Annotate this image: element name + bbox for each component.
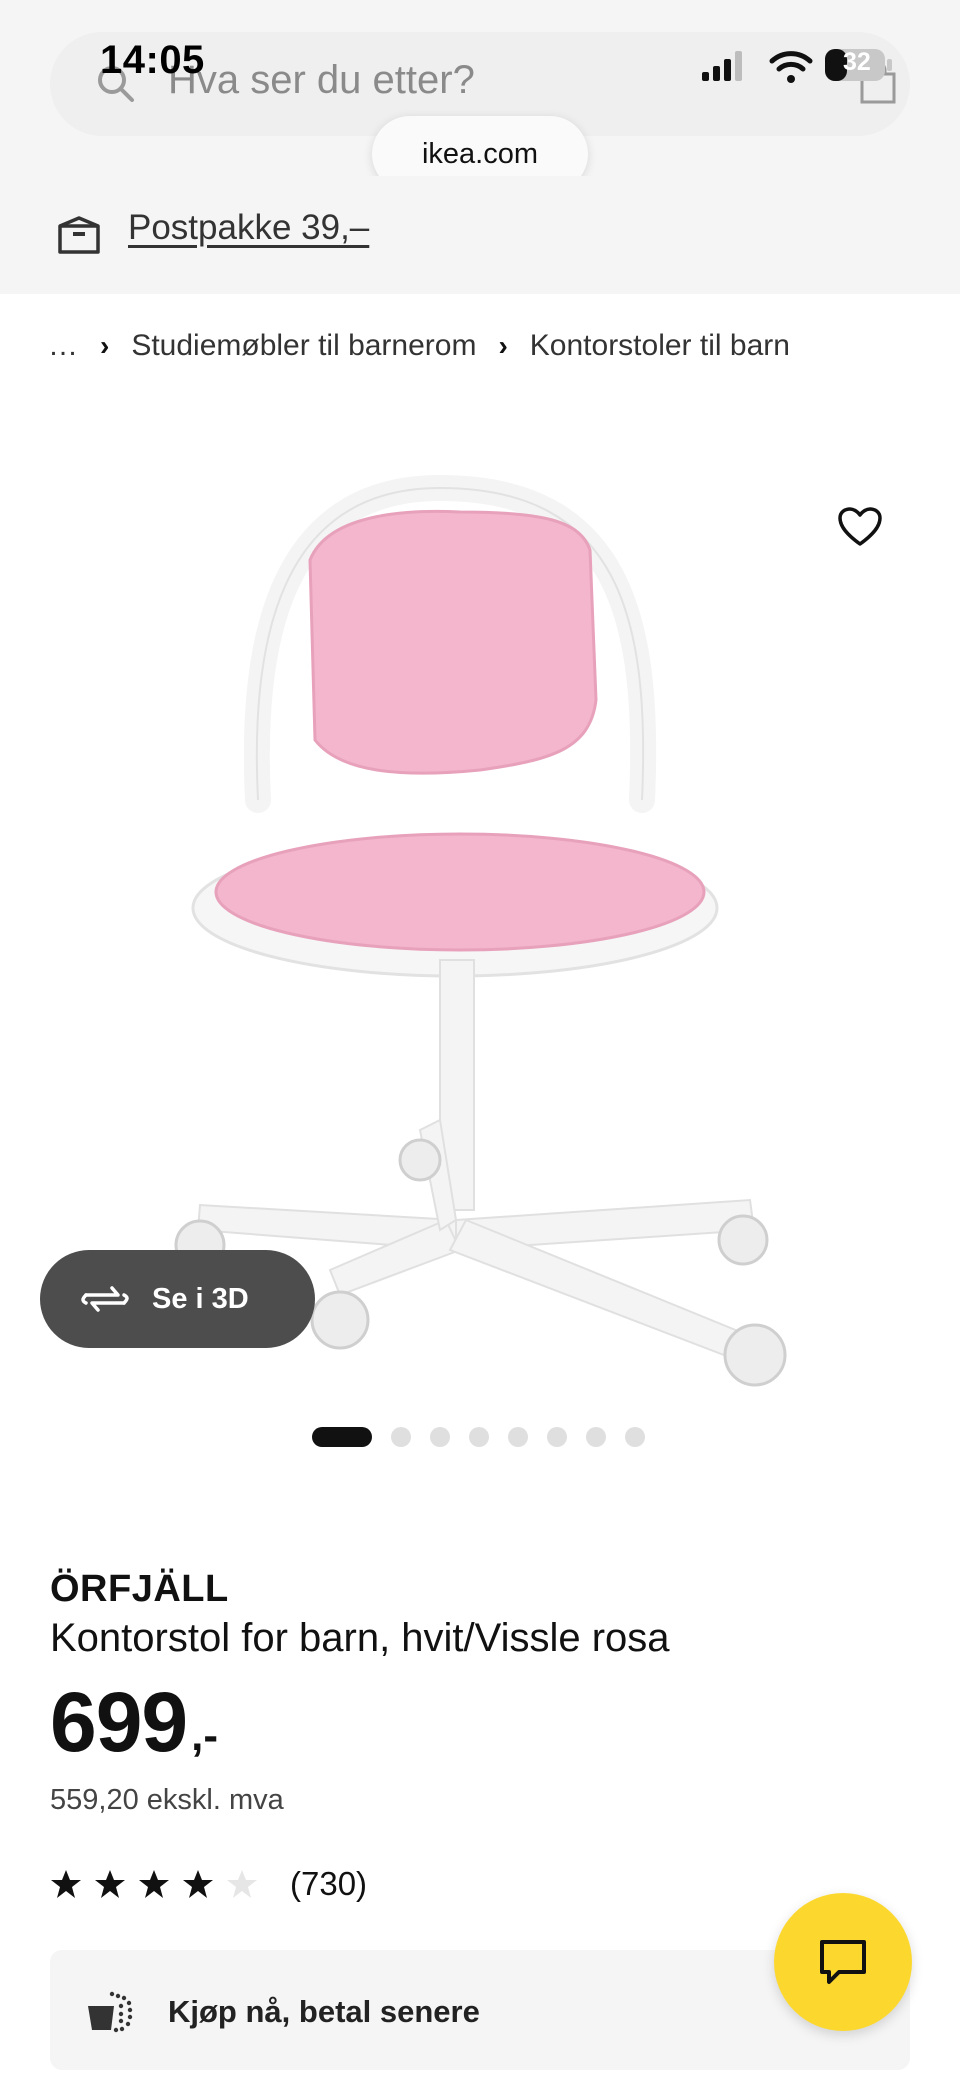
status-time: 14:05	[100, 38, 205, 82]
breadcrumb: … › Studiemøbler til barnerom › Kontorst…	[48, 326, 790, 366]
breadcrumb-ellipsis[interactable]: …	[48, 329, 78, 363]
pagination-dot[interactable]	[625, 1427, 645, 1447]
star-filled-icon	[139, 1870, 169, 1898]
product-rating[interactable]: (730)	[50, 1864, 367, 1904]
breadcrumb-item-study-furniture[interactable]: Studiemøbler til barnerom	[131, 329, 476, 363]
star-filled-icon	[183, 1870, 213, 1898]
shipping-link[interactable]: Postpakke 39,–	[128, 208, 369, 248]
star-filled-icon	[51, 1870, 81, 1898]
favorite-button[interactable]	[820, 487, 900, 567]
product-price: 699 ,-	[50, 1680, 218, 1764]
price-excl-vat: 559,20 ekskl. mva	[50, 1784, 284, 1816]
chevron-right-icon: ›	[498, 330, 508, 361]
heart-icon	[838, 507, 882, 546]
shipping-banner: Postpakke 39,–	[0, 176, 960, 294]
url-text: ikea.com	[421, 137, 539, 170]
search-input[interactable]: Hva ser du etter?	[168, 58, 475, 103]
view-3d-button[interactable]: Se i 3D	[40, 1250, 315, 1348]
pagination-dot[interactable]	[547, 1427, 567, 1447]
review-count: (730)	[290, 1865, 368, 1902]
view-3d-label: Se i 3D	[152, 1282, 249, 1315]
chat-button[interactable]	[774, 1893, 912, 2031]
chat-bubble-icon	[820, 1940, 866, 1984]
wifi-icon	[769, 51, 813, 83]
pagination-dot-active[interactable]	[312, 1427, 372, 1447]
image-pagination	[312, 1427, 664, 1447]
pagination-dot[interactable]	[586, 1427, 606, 1447]
pagination-dot[interactable]	[391, 1427, 411, 1447]
pay-later-label: Kjøp nå, betal senere	[168, 1994, 480, 2029]
price-suffix: ,-	[191, 1711, 219, 1760]
price-amount: 699	[50, 1675, 188, 1769]
product-description: Kontorstol for barn, hvit/Vissle rosa	[50, 1616, 670, 1660]
product-name: ÖRFJÄLL	[50, 1568, 229, 1610]
product-image-gallery[interactable]: Se i 3D	[0, 400, 960, 1400]
pagination-dot[interactable]	[469, 1427, 489, 1447]
parcel-icon	[58, 216, 100, 254]
star-filled-icon	[95, 1870, 125, 1898]
signal-icon	[702, 51, 742, 81]
top-header: Hva ser du etter? 14:05 32 ikea.com	[0, 0, 960, 192]
chevron-right-icon: ›	[100, 330, 110, 361]
breadcrumb-item-office-chairs[interactable]: Kontorstoler til barn	[530, 329, 790, 363]
rotate-3d-icon	[81, 1286, 129, 1312]
star-empty-icon	[227, 1870, 257, 1898]
pagination-dot[interactable]	[508, 1427, 528, 1447]
pagination-dot[interactable]	[430, 1427, 450, 1447]
shopping-basket-icon	[88, 1991, 133, 2033]
battery-level: 32	[843, 48, 871, 76]
